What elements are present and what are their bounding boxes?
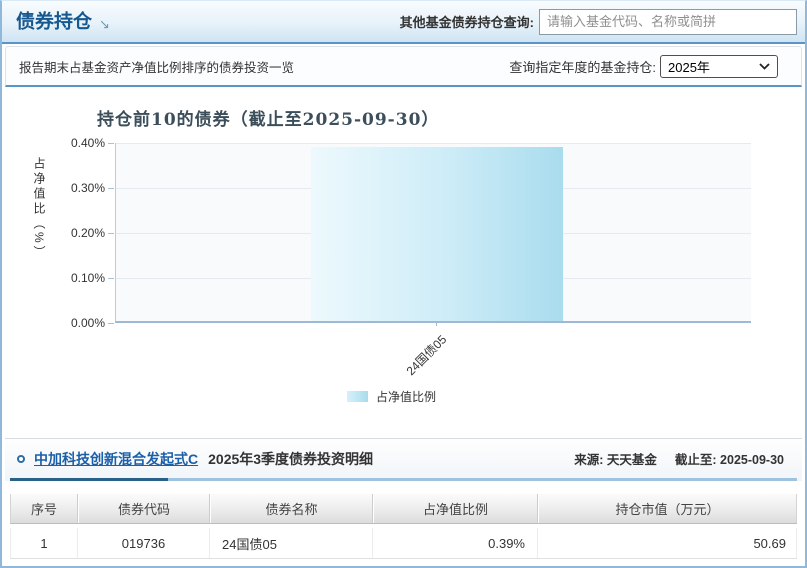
cell-market-value: 50.69 [538, 528, 797, 558]
y-tick-mark [108, 278, 114, 279]
y-tick-mark [108, 188, 114, 189]
chevron-down-icon [759, 62, 770, 70]
y-tick-label: 0.00% [70, 316, 105, 330]
tab-underline [10, 478, 797, 481]
table-header-row: 序号 债券代码 债券名称 占净值比例 持仓市值（万元） [10, 494, 797, 524]
detail-meta: 来源: 天天基金 截止至: 2025-09-30 [574, 449, 790, 468]
legend-label: 占净值比例 [376, 390, 437, 404]
page-title: 债券持仓 [16, 11, 93, 32]
chart-y-axis-label: 占净值比（%） [32, 157, 46, 261]
y-tick-label: 0.20% [70, 226, 105, 240]
cell-bond-code: 019736 [78, 528, 210, 558]
tab-underline-active [10, 478, 168, 481]
arrow-down-right-icon: ↘ [99, 16, 110, 31]
fund-search-input[interactable] [539, 8, 797, 35]
y-tick-mark [108, 233, 114, 234]
th-bond-code: 债券代码 [78, 494, 210, 523]
detail-section-header: 中加科技创新混合发起式C 2025年3季度债券投资明细 来源: 天天基金 截止至… [5, 438, 802, 481]
x-category-label: 24国债05 [403, 332, 450, 379]
bullet-circle-icon [17, 454, 25, 463]
th-nav-ratio: 占净值比例 [373, 494, 538, 523]
fund-search-label: 其他基金债券持仓查询: [399, 15, 534, 30]
holdings-table: 序号 债券代码 债券名称 占净值比例 持仓市值（万元） 1 019736 24国… [10, 494, 797, 559]
table-row: 1 019736 24国债05 0.39% 50.69 [10, 528, 797, 559]
bond-holdings-page: 债券持仓 ↘ 其他基金债券持仓查询: 报告期末占基金资产净值比例排序的债券投资一… [0, 0, 807, 568]
th-index: 序号 [10, 494, 78, 523]
chart-plot-area [115, 143, 751, 326]
year-filter-label: 查询指定年度的基金持仓: [509, 59, 656, 75]
year-select-value: 2025年 [668, 59, 710, 75]
y-tick-label: 0.40% [70, 136, 105, 150]
th-bond-name: 债券名称 [210, 494, 373, 523]
tab-underline-rest [168, 478, 797, 481]
source-text: 来源: 天天基金 [574, 453, 657, 467]
report-subbar: 报告期末占基金资产净值比例排序的债券投资一览 查询指定年度的基金持仓: 2025… [5, 46, 802, 87]
as-of-text: 截止至: 2025-09-30 [674, 453, 784, 467]
cell-bond-name: 24国债05 [210, 528, 373, 558]
page-header: 债券持仓 ↘ 其他基金债券持仓查询: [2, 1, 805, 44]
y-tick-label: 0.30% [70, 181, 105, 195]
fund-link[interactable]: 中加科技创新混合发起式C [34, 449, 198, 469]
detail-subtitle: 2025年3季度债券投资明细 [208, 450, 374, 467]
year-select[interactable]: 2025年 [660, 54, 778, 78]
report-description: 报告期末占基金资产净值比例排序的债券投资一览 [19, 60, 295, 75]
th-market-value: 持仓市值（万元） [538, 494, 797, 523]
y-tick-mark [108, 143, 114, 144]
page-title-wrap: 债券持仓 ↘ [16, 12, 110, 31]
cell-nav-ratio: 0.39% [373, 528, 538, 558]
year-filter-group: 查询指定年度的基金持仓: 2025年 [509, 54, 778, 78]
y-tick-mark [108, 323, 114, 324]
fund-search-group: 其他基金债券持仓查询: [399, 8, 797, 35]
y-tick-label: 0.10% [70, 271, 105, 285]
gridline [116, 143, 751, 144]
chart-title: 持仓前10的债券（截止至2025-09-30） [97, 110, 440, 130]
bar [311, 147, 563, 321]
cell-index: 1 [10, 528, 78, 558]
x-tick-mark [436, 321, 437, 326]
chart-legend[interactable]: 占净值比例 [347, 388, 436, 405]
legend-swatch [347, 391, 368, 402]
